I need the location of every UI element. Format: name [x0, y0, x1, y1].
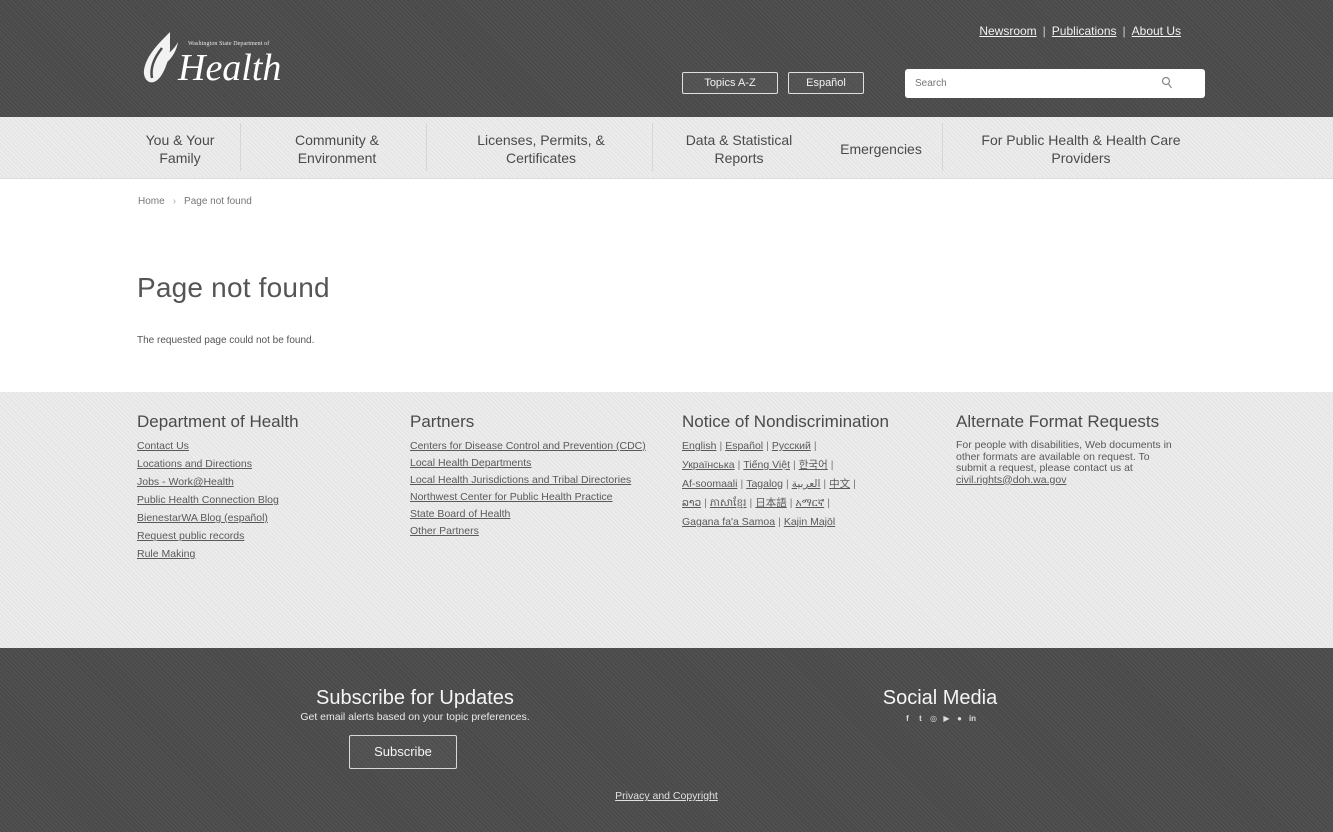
- contact-us-link[interactable]: Contact Us: [137, 440, 189, 452]
- footer-notice-column: Notice of Nondiscrimination English | Espa…: [682, 412, 942, 535]
- lang-somali-link[interactable]: Af-soomaali: [682, 478, 737, 490]
- lang-lao-link[interactable]: ລາວ: [682, 497, 701, 509]
- lang-tagalog-link[interactable]: Tagalog: [746, 478, 783, 490]
- search-icon[interactable]: [1161, 76, 1173, 90]
- nav-data-statistical-reports[interactable]: Data & Statistical Reports: [672, 127, 806, 171]
- civil-rights-email-link[interactable]: civil.rights@doh.wa.gov: [956, 474, 1066, 486]
- search-box: [905, 69, 1205, 98]
- language-row: Af-soomaali | Tagalog | العربية | 中文 |: [682, 478, 856, 490]
- alternate-format-body: For people with disabilities, Web docume…: [956, 439, 1172, 474]
- newsroom-link[interactable]: Newsroom: [979, 24, 1036, 38]
- language-row: Gagana fa'a Samoa | Kajin Majōl: [682, 516, 836, 528]
- site-header: Washington State Department of Health Ne…: [0, 0, 1333, 117]
- footer-doh-column: Department of Health Contact Us Location…: [137, 412, 377, 566]
- search-input[interactable]: [905, 71, 1165, 96]
- logo-title: Health: [178, 47, 282, 89]
- subscribe-heading: Subscribe for Updates: [316, 687, 514, 709]
- social-media-section: Social Media f t ◎ ▶ ● in: [860, 686, 1020, 724]
- lang-english-link[interactable]: English: [682, 440, 716, 452]
- lang-samoan-link[interactable]: Gagana fa'a Samoa: [682, 516, 775, 528]
- nav-emergencies[interactable]: Emergencies: [826, 127, 936, 171]
- privacy-section: Privacy and Copyright: [0, 790, 1333, 802]
- about-us-link[interactable]: About Us: [1132, 24, 1181, 38]
- publications-link[interactable]: Publications: [1052, 24, 1117, 38]
- nav-divider: [426, 123, 427, 171]
- util-separator: |: [1042, 24, 1046, 38]
- logo-leaf-icon: [143, 32, 178, 83]
- public-health-blog-link[interactable]: Public Health Connection Blog: [137, 494, 279, 506]
- northwest-center-link[interactable]: Northwest Center for Public Health Pract…: [410, 491, 613, 503]
- doh-logo[interactable]: Washington State Department of Health: [140, 22, 320, 92]
- espanol-button[interactable]: Español: [788, 72, 864, 94]
- instagram-icon[interactable]: ◎: [930, 714, 938, 724]
- other-partners-link[interactable]: Other Partners: [410, 525, 479, 537]
- lang-chinese-link[interactable]: 中文: [829, 478, 850, 490]
- footer-doh-heading: Department of Health: [137, 412, 299, 431]
- footer-partners-column: Partners Centers for Disease Control and…: [410, 412, 646, 542]
- nav-divider: [942, 123, 943, 171]
- nav-you-and-your-family[interactable]: You & Your Family: [130, 127, 230, 171]
- footer-alternate-heading: Alternate Format Requests: [956, 412, 1160, 431]
- language-row: Українська | Tiếng Việt | 한국어 |: [682, 459, 834, 471]
- locations-directions-link[interactable]: Locations and Directions: [137, 458, 252, 470]
- topics-az-button[interactable]: Topics A-Z: [682, 72, 778, 94]
- utility-links: Newsroom | Publications | About Us: [979, 24, 1181, 38]
- alternate-format-text: For people with disabilities, Web docume…: [956, 439, 1176, 486]
- nav-divider: [652, 123, 653, 171]
- youtube-icon[interactable]: ▶: [943, 714, 951, 724]
- lang-espanol-link[interactable]: Español: [725, 440, 763, 452]
- breadcrumb-home[interactable]: Home: [138, 196, 165, 207]
- local-health-departments-link[interactable]: Local Health Departments: [410, 457, 531, 469]
- lang-khmer-link[interactable]: ភាសាខ្មែរ: [710, 497, 747, 509]
- language-row: ລາວ | ភាសាខ្មែរ | 日本語 | አማርኛ |: [682, 497, 830, 509]
- privacy-copyright-link[interactable]: Privacy and Copyright: [615, 790, 718, 802]
- nav-public-health-providers[interactable]: For Public Health & Health Care Provider…: [956, 127, 1206, 171]
- rule-making-link[interactable]: Rule Making: [137, 548, 195, 560]
- lang-amharic-link[interactable]: አማርኛ: [796, 497, 825, 509]
- request-records-link[interactable]: Request public records: [137, 530, 244, 542]
- social-media-heading: Social Media: [882, 687, 998, 709]
- language-row: English | Español | Русский |: [682, 440, 817, 452]
- social-icons: f t ◎ ▶ ● in: [860, 714, 1020, 724]
- cdc-link[interactable]: Centers for Disease Control and Preventi…: [410, 440, 646, 452]
- nav-licenses-permits[interactable]: Licenses, Permits, & Certificates: [452, 127, 630, 171]
- lang-arabic-link[interactable]: العربية: [792, 478, 821, 490]
- linkedin-icon[interactable]: in: [969, 714, 977, 724]
- footer-partners-heading: Partners: [410, 412, 475, 431]
- subscribe-button[interactable]: Subscribe: [349, 735, 457, 769]
- nav-divider: [240, 123, 241, 171]
- lang-russian-link[interactable]: Русский: [772, 440, 811, 452]
- page-title: Page not found: [137, 272, 330, 303]
- lang-marshallese-link[interactable]: Kajin Majōl: [784, 516, 835, 528]
- breadcrumb-current: Page not found: [184, 196, 252, 207]
- local-health-jurisdictions-link[interactable]: Local Health Jurisdictions and Tribal Di…: [410, 474, 631, 486]
- bienestarwa-blog-link[interactable]: BienestarWA Blog (español): [137, 512, 268, 524]
- lang-ukrainian-link[interactable]: Українська: [682, 459, 735, 471]
- jobs-link[interactable]: Jobs - Work@Health: [137, 476, 234, 488]
- lang-korean-link[interactable]: 한국어: [799, 459, 828, 471]
- flickr-icon[interactable]: ●: [956, 714, 964, 724]
- lang-vietnamese-link[interactable]: Tiếng Việt: [743, 459, 790, 471]
- footer-links-section: Department of Health Contact Us Location…: [0, 392, 1333, 648]
- main-navigation: You & Your Family Community & Environmen…: [0, 117, 1333, 179]
- breadcrumb: Home › Page not found: [138, 196, 252, 207]
- footer-notice-heading: Notice of Nondiscrimination: [682, 412, 889, 431]
- footer-alternate-column: Alternate Format Requests For people wit…: [956, 412, 1196, 486]
- state-board-of-health-link[interactable]: State Board of Health: [410, 508, 510, 520]
- subscribe-description: Get email alerts based on your topic pre…: [300, 711, 530, 723]
- subscribe-section: Subscribe for Updates Get email alerts b…: [250, 686, 580, 723]
- bottom-footer: Subscribe for Updates Get email alerts b…: [0, 648, 1333, 832]
- lang-japanese-link[interactable]: 日本語: [755, 497, 787, 509]
- page-message: The requested page could not be found.: [137, 335, 315, 346]
- nav-community-environment[interactable]: Community & Environment: [268, 127, 406, 171]
- facebook-icon[interactable]: f: [904, 714, 912, 724]
- breadcrumb-separator: ›: [172, 196, 177, 207]
- twitter-icon[interactable]: t: [917, 714, 925, 724]
- util-separator: |: [1122, 24, 1126, 38]
